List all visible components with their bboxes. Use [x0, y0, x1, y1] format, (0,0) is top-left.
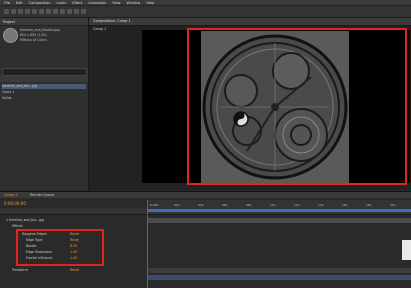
ruler-tick: 08s	[246, 203, 252, 207]
menu-help[interactable]: Help	[146, 1, 154, 5]
ruler-tick: 02s	[174, 203, 180, 207]
clone-stamp-tool-icon[interactable]	[74, 9, 79, 14]
timeline-scrollbar[interactable]	[402, 240, 411, 260]
composition-viewer: Composition: Comp 1 Comp 1	[89, 18, 411, 190]
rotate-tool-icon[interactable]	[25, 9, 30, 14]
project-list-header[interactable]	[0, 76, 88, 82]
render-queue-tab[interactable]: Render Queue	[30, 193, 54, 197]
current-timecode[interactable]: 0:00:00:00	[4, 201, 26, 206]
camera-tool-icon[interactable]	[32, 9, 37, 14]
project-panel: Project timeline_and_bladiko.jpg 800 x 8…	[0, 18, 89, 190]
ruler-tick: 14s	[318, 203, 324, 207]
transform-row[interactable]: Transform Reset	[0, 268, 160, 273]
menu-window[interactable]: Window	[127, 1, 141, 5]
transform-label: Transform	[12, 268, 28, 272]
menu-composition[interactable]: Composition	[29, 1, 51, 5]
ruler-tick: 16s	[342, 203, 348, 207]
layer-duration-bar[interactable]	[148, 218, 411, 223]
ruler-tick: 12s	[294, 203, 300, 207]
footage-name: timeline_and_bladiko.jpg	[20, 28, 60, 32]
playhead[interactable]	[147, 200, 148, 288]
work-area-bar[interactable]	[148, 209, 411, 212]
project-item[interactable]: Comp 1	[2, 90, 86, 95]
footage-thumbnail	[3, 28, 18, 43]
layer-row[interactable]: 1 timeline_and_bla...jpg	[0, 218, 154, 223]
zoom-tool-icon[interactable]	[18, 9, 23, 14]
selection-tool-icon[interactable]	[4, 9, 9, 14]
project-item[interactable]: Solids	[2, 96, 86, 101]
ruler-tick: 20s	[390, 203, 396, 207]
track-bar	[148, 268, 411, 273]
mask-tool-icon[interactable]	[46, 9, 51, 14]
pan-behind-tool-icon[interactable]	[39, 9, 44, 14]
menu-file[interactable]: File	[4, 1, 10, 5]
comp-sub-tab[interactable]: Comp 1	[93, 27, 106, 31]
timeline-comp-tab[interactable]: Comp 1	[4, 193, 17, 197]
highlight-box-properties	[16, 229, 104, 266]
menu-animation[interactable]: Animation	[88, 1, 106, 5]
menu-layer[interactable]: Layer	[57, 1, 67, 5]
track-bar	[148, 275, 411, 280]
ruler-tick: 0:00s	[150, 203, 159, 207]
footage-dimensions: 800 x 800 (1.00)	[20, 33, 47, 37]
pen-tool-icon[interactable]	[53, 9, 58, 14]
composition-tab[interactable]: Composition: Comp 1	[93, 19, 131, 23]
project-tab[interactable]: Project	[3, 20, 15, 24]
project-item[interactable]: timeline_and_bla...jpg	[2, 84, 86, 89]
tools-toolbar	[0, 6, 411, 18]
timeline-panel: Comp 1 Render Queue 0:00:00:00 0:00s 02s…	[0, 191, 411, 288]
ruler-tick: 18s	[366, 203, 372, 207]
effects-label: Effects	[12, 224, 23, 228]
menu-effect[interactable]: Effect	[72, 1, 82, 5]
time-ruler[interactable]: 0:00s 02s 04s 06s 08s 10s 12s 14s 16s 18…	[148, 200, 411, 215]
ruler-tick: 10s	[270, 203, 276, 207]
menu-view[interactable]: View	[112, 1, 120, 5]
brush-tool-icon[interactable]	[67, 9, 72, 14]
layer-columns-header	[0, 208, 148, 215]
menu-edit[interactable]: Edit	[16, 1, 23, 5]
hand-tool-icon[interactable]	[11, 9, 16, 14]
transform-reset[interactable]: Reset	[70, 268, 79, 272]
ruler-tick: 04s	[198, 203, 204, 207]
project-search-input[interactable]	[2, 68, 87, 76]
text-tool-icon[interactable]	[60, 9, 65, 14]
highlight-box-canvas	[187, 28, 407, 185]
layer-name: 1 timeline_and_bla...jpg	[6, 218, 45, 222]
eraser-tool-icon[interactable]	[81, 9, 86, 14]
footage-colors: Millions of Colors	[20, 38, 48, 42]
ruler-tick: 06s	[222, 203, 228, 207]
